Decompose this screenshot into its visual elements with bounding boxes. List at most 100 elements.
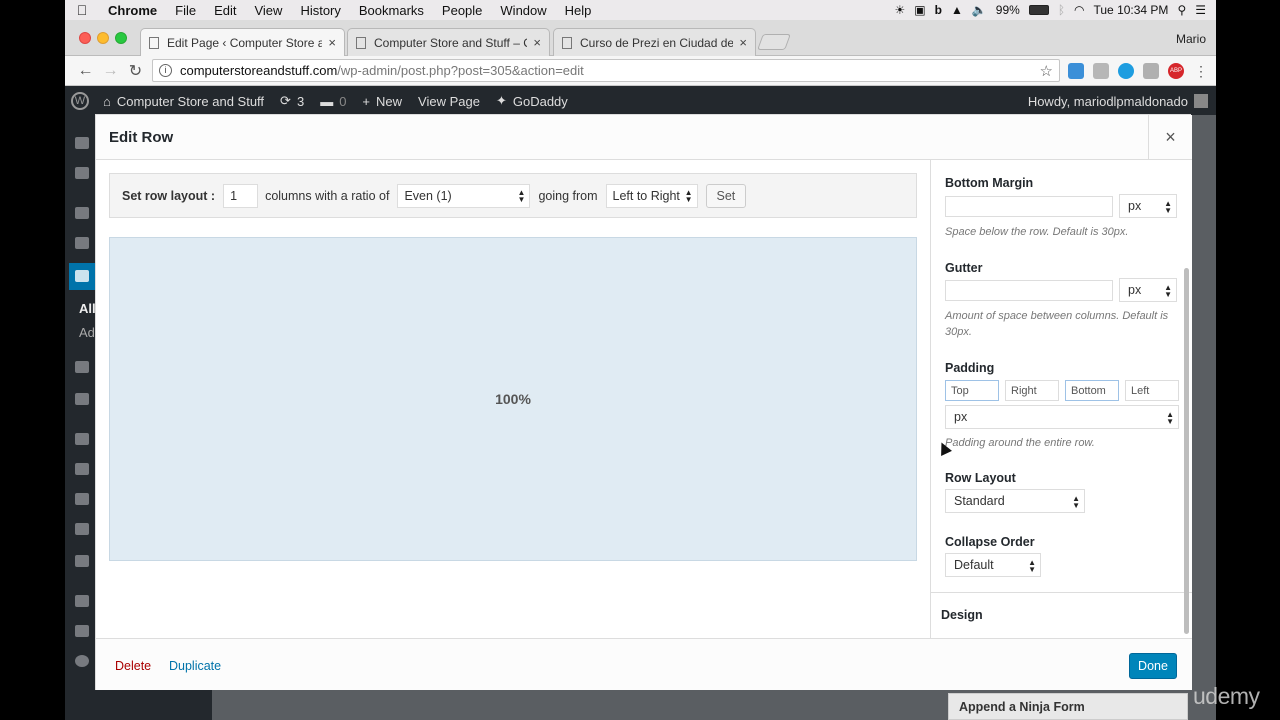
append-ninja-form-box[interactable]: Append a Ninja Form	[948, 693, 1188, 720]
admin-bar-account[interactable]: Howdy, mariodlpmaldonado	[1028, 94, 1216, 109]
menu-people[interactable]: People	[433, 3, 491, 18]
clock[interactable]: Tue 10:34 PM	[1094, 3, 1169, 17]
screen-record-icon[interactable]: ▣	[914, 3, 925, 17]
pages-icon[interactable]	[75, 270, 89, 282]
admin-bar-new[interactable]: + New	[354, 94, 410, 109]
padding-bottom-input[interactable]: Bottom	[1065, 380, 1119, 401]
select-arrows-icon: ▲ ▼	[1164, 199, 1172, 215]
done-button[interactable]: Done	[1129, 653, 1177, 679]
admin-bar-comments[interactable]: ▬ 0	[312, 94, 354, 109]
plugins-icon[interactable]	[75, 463, 89, 475]
menu-chrome[interactable]: Chrome	[99, 3, 166, 18]
extra-plugin-icon[interactable]	[75, 595, 89, 607]
brightness-icon[interactable]: ☀	[894, 3, 905, 17]
ratio-select[interactable]: Even (1) ▲ ▼	[397, 183, 531, 208]
sidebar-all-pages[interactable]: All	[79, 301, 96, 316]
extension-blue-circle-icon[interactable]	[1118, 63, 1134, 79]
home-icon: ⌂	[103, 93, 111, 109]
admin-bar-view-page[interactable]: View Page	[410, 94, 488, 109]
new-tab-button[interactable]	[757, 34, 791, 50]
close-dialog-button[interactable]: ×	[1148, 115, 1192, 159]
appearance-icon[interactable]	[75, 433, 89, 445]
duplicate-row-link[interactable]: Duplicate	[169, 659, 221, 673]
comments-count: 0	[339, 93, 347, 109]
tab-curso-prezi[interactable]: Curso de Prezi en Ciudad de México ×	[553, 28, 756, 56]
media-icon[interactable]	[75, 237, 89, 249]
row-layout-select[interactable]: Standard ▲ ▼	[945, 489, 1085, 513]
settings-scrollbar[interactable]	[1184, 268, 1189, 634]
padding-left-input[interactable]: Left	[1125, 380, 1179, 401]
search-icon[interactable]: ⚲	[1177, 3, 1186, 17]
direction-select[interactable]: Left to Right ▲ ▼	[605, 183, 698, 208]
dashboard-icon[interactable]	[75, 137, 89, 149]
close-tab-icon[interactable]: ×	[328, 35, 336, 50]
wifi-icon[interactable]: ◠	[1074, 3, 1084, 17]
row-cell[interactable]: 100%	[109, 237, 917, 561]
reload-button[interactable]: ↻	[123, 61, 148, 81]
forward-button[interactable]: →	[98, 62, 123, 80]
collapse-menu-icon[interactable]	[75, 655, 89, 667]
drive-icon[interactable]: ▲	[951, 3, 963, 17]
design-label: Design	[941, 608, 983, 622]
padding-unit-select[interactable]: px ▲ ▼	[945, 405, 1179, 429]
wordpress-logo-icon[interactable]: W	[71, 92, 89, 110]
site-info-icon[interactable]: i	[159, 64, 172, 77]
admin-bar-site[interactable]: ⌂ Computer Store and Stuff	[95, 94, 272, 109]
admin-bar-updates[interactable]: ⟳ 3	[272, 93, 312, 109]
tab-computer-store[interactable]: Computer Store and Stuff – Computer ×	[347, 28, 550, 56]
comments-sidebar-icon[interactable]	[75, 361, 89, 373]
extension-code-icon[interactable]	[1143, 63, 1159, 79]
settings-icon[interactable]	[75, 555, 89, 567]
menu-window[interactable]: Window	[491, 3, 555, 18]
menu-help[interactable]: Help	[556, 3, 601, 18]
b-app-icon[interactable]: b	[935, 3, 942, 17]
jetpack-icon[interactable]	[75, 167, 89, 179]
dialog-footer: Delete Duplicate Done	[96, 638, 1192, 691]
bottom-margin-input[interactable]	[945, 196, 1113, 217]
tools-icon[interactable]	[75, 523, 89, 535]
extension-screenshot-icon[interactable]	[1068, 63, 1084, 79]
set-layout-button[interactable]: Set	[705, 183, 747, 208]
close-tab-icon[interactable]: ×	[533, 35, 541, 50]
bookmark-star-icon[interactable]: ☆	[1040, 62, 1053, 80]
tab-edit-page[interactable]: Edit Page ‹ Computer Store and Stuff ×	[140, 28, 345, 56]
minimize-window-icon[interactable]	[97, 32, 109, 44]
menu-history[interactable]: History	[291, 3, 349, 18]
bottom-margin-unit-select[interactable]: px ▲ ▼	[1119, 194, 1177, 218]
background-page-bottom: Append a Ninja Form	[65, 690, 1216, 720]
gutter-unit-select[interactable]: px ▲ ▼	[1119, 278, 1177, 302]
chrome-menu-icon[interactable]: ⋮	[1193, 63, 1209, 79]
gutter-input[interactable]	[945, 280, 1113, 301]
bluetooth-icon[interactable]: ᛒ	[1058, 3, 1065, 17]
forms-icon[interactable]	[75, 393, 89, 405]
menu-bookmarks[interactable]: Bookmarks	[350, 3, 433, 18]
delete-row-link[interactable]: Delete	[115, 659, 151, 673]
columns-input[interactable]: 1	[223, 183, 259, 208]
close-tab-icon[interactable]: ×	[739, 35, 747, 50]
video-icon[interactable]	[75, 625, 89, 637]
address-bar[interactable]: i computerstoreandstuff.com/wp-admin/pos…	[152, 59, 1060, 82]
padding-right-input[interactable]: Right	[1005, 380, 1059, 401]
extension-puzzle-icon[interactable]	[1093, 63, 1109, 79]
sidebar-add-new[interactable]: Ad	[79, 325, 95, 340]
notification-list-icon[interactable]: ☰	[1195, 3, 1206, 17]
select-arrows-icon: ▲ ▼	[1166, 410, 1174, 426]
browser-tab-strip: Edit Page ‹ Computer Store and Stuff × C…	[65, 20, 1216, 56]
adblock-icon[interactable]: ABP	[1168, 63, 1184, 79]
profile-name[interactable]: Mario	[1176, 32, 1206, 46]
menu-edit[interactable]: Edit	[205, 3, 245, 18]
apple-menu-icon[interactable]: 	[65, 2, 99, 18]
back-button[interactable]: ←	[73, 62, 98, 80]
battery-icon[interactable]	[1028, 5, 1049, 15]
posts-icon[interactable]	[75, 207, 89, 219]
menu-file[interactable]: File	[166, 3, 205, 18]
maximize-window-icon[interactable]	[115, 32, 127, 44]
close-window-icon[interactable]	[79, 32, 91, 44]
menu-view[interactable]: View	[245, 3, 291, 18]
design-section-toggle[interactable]: Design	[931, 592, 1192, 638]
padding-top-input[interactable]: Top	[945, 380, 999, 401]
volume-icon[interactable]: 🔈	[972, 3, 987, 17]
admin-bar-godaddy[interactable]: ✦ GoDaddy	[488, 93, 576, 109]
users-icon[interactable]	[75, 493, 89, 505]
collapse-order-select[interactable]: Default ▲ ▼	[945, 553, 1041, 577]
